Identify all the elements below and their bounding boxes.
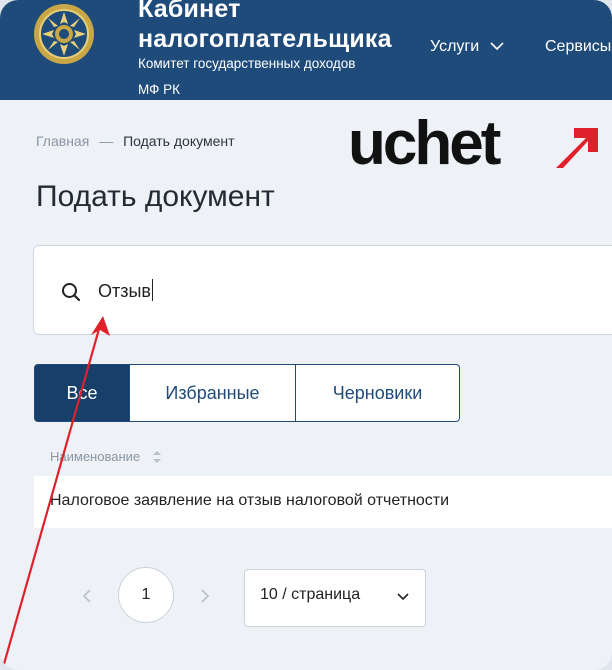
- page-number-button[interactable]: 1: [118, 567, 174, 623]
- logo-text: uchet: [348, 112, 501, 178]
- header-title: Кабинет налогоплательщика: [138, 0, 392, 54]
- search-icon: [62, 283, 81, 302]
- text-cursor: [152, 279, 153, 301]
- table-row-name[interactable]: Налоговое заявление на отзыв налоговой о…: [50, 492, 449, 510]
- header-subtitle-line1: Комитет государственных доходов: [138, 56, 356, 71]
- breadcrumb-current: Подать документ: [123, 133, 235, 149]
- tab-all-label: Все: [66, 382, 98, 403]
- prev-page-button[interactable]: [82, 588, 92, 609]
- breadcrumb: Главная — Подать документ: [36, 133, 235, 149]
- search-input[interactable]: Отзыв: [98, 279, 153, 302]
- breadcrumb-separator: —: [99, 133, 114, 149]
- nav-services-label: Услуги: [430, 38, 480, 55]
- tab-favorites-label: Избранные: [165, 382, 260, 403]
- header-subtitle-line2: МФ РК: [138, 82, 180, 97]
- page-size-label: 10 / страница: [260, 586, 361, 603]
- tab-drafts[interactable]: Черновики: [296, 364, 460, 422]
- logo-arrow-icon: [556, 128, 598, 168]
- uchet-logo: uchet: [348, 112, 598, 178]
- tab-drafts-label: Черновики: [332, 382, 423, 403]
- chevron-right-icon: [201, 589, 210, 603]
- header-subtitle: Комитет государственных доходов МФ РК: [138, 56, 428, 98]
- page-title: Подать документ: [36, 180, 275, 213]
- page-number-label: 1: [141, 586, 151, 603]
- next-page-button[interactable]: [200, 588, 210, 609]
- app-window: Кабинет налогоплательщика Комитет госуда…: [0, 0, 612, 670]
- column-header-label: Наименование: [50, 449, 141, 464]
- chevron-down-icon: [397, 593, 409, 601]
- breadcrumb-home-link[interactable]: Главная: [36, 133, 89, 149]
- chevron-left-icon: [82, 589, 91, 603]
- site-header: Кабинет налогоплательщика Комитет госуда…: [0, 0, 612, 100]
- state-emblem-icon[interactable]: [32, 2, 96, 66]
- header-title-line1: Кабинет: [138, 0, 241, 23]
- tab-all[interactable]: Все: [34, 364, 130, 422]
- search-input-value: Отзыв: [98, 281, 151, 301]
- filter-tabs: Все Избранные Черновики: [34, 364, 460, 422]
- column-header-name[interactable]: Наименование: [50, 449, 162, 464]
- nav-services[interactable]: Услуги: [430, 38, 504, 56]
- tab-favorites[interactable]: Избранные: [130, 364, 296, 422]
- header-title-line2: налогоплательщика: [138, 25, 392, 53]
- nav-service-tools-label: Сервисы: [545, 38, 612, 55]
- sort-icon[interactable]: [152, 450, 162, 464]
- nav-service-tools[interactable]: Сервисы: [545, 38, 611, 56]
- chevron-down-icon: [490, 42, 504, 51]
